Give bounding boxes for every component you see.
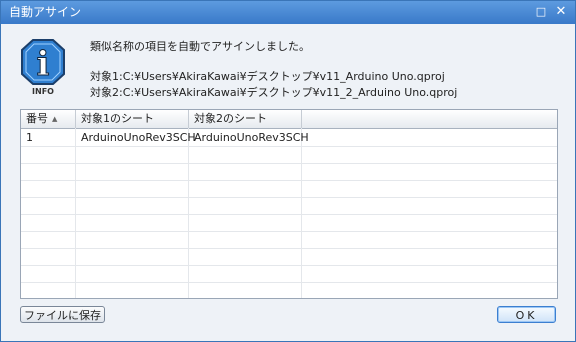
title-bar[interactable]: 自動アサイン □ ✕ <box>1 1 575 24</box>
cell-target2-sheet: ArduinoUnoRev3SCH <box>194 131 309 144</box>
row-divider <box>21 248 557 249</box>
column-divider <box>75 128 76 298</box>
info-glyph: i <box>37 44 50 84</box>
assign-dialog: 自動アサイン □ ✕ i INFO 類似名称の項目を自動でアサインしました。 対… <box>0 0 576 342</box>
maximize-button[interactable]: □ <box>533 5 549 19</box>
cell-number: 1 <box>26 131 33 144</box>
row-divider <box>21 265 557 266</box>
sort-ascending-icon: ▲ <box>52 115 58 123</box>
assignment-table[interactable]: 番号 ▲ 対象1のシート 対象2のシート 1 ArduinoUnoRev3SCH … <box>20 109 558 299</box>
save-to-file-button[interactable]: ファイルに保存 <box>20 306 105 323</box>
row-divider <box>21 231 557 232</box>
cell-target1-sheet: ArduinoUnoRev3SCH <box>81 131 196 144</box>
column-header-number[interactable]: 番号 ▲ <box>21 110 76 128</box>
ok-button[interactable]: OK <box>497 306 556 323</box>
column-divider <box>188 128 189 298</box>
table-header: 番号 ▲ 対象1のシート 対象2のシート <box>21 110 557 129</box>
row-divider <box>21 146 557 147</box>
row-divider <box>21 214 557 215</box>
row-divider <box>21 163 557 164</box>
column-header-target1[interactable]: 対象1のシート <box>76 110 189 128</box>
message-summary: 類似名称の項目を自動でアサインしました。 <box>90 40 310 53</box>
row-divider <box>21 197 557 198</box>
column-divider <box>301 128 302 298</box>
message-target2: 対象2:C:¥Users¥AkiraKawai¥デスクトップ¥v11_2_Ard… <box>90 86 458 99</box>
close-button[interactable]: ✕ <box>553 5 569 19</box>
column-header-target2[interactable]: 対象2のシート <box>189 110 302 128</box>
row-divider <box>21 282 557 283</box>
message-target1: 対象1:C:¥Users¥AkiraKawai¥デスクトップ¥v11_Ardui… <box>90 70 445 83</box>
window-title: 自動アサイン <box>9 5 82 19</box>
info-label: INFO <box>32 87 54 95</box>
info-icon: i INFO <box>21 39 65 95</box>
row-divider <box>21 180 557 181</box>
